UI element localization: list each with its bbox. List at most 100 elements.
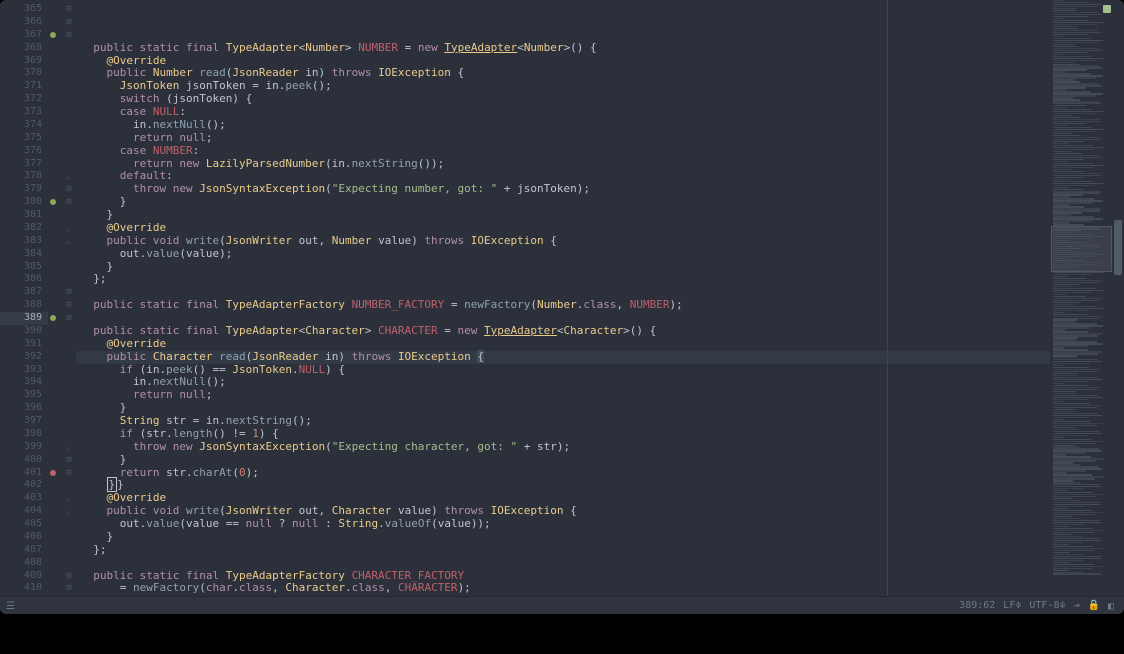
gutter-marker-slot[interactable] bbox=[48, 518, 62, 531]
fold-toggle[interactable]: ⊟ bbox=[62, 570, 76, 583]
fold-toggle[interactable] bbox=[62, 376, 76, 389]
gutter-marker-slot[interactable] bbox=[48, 273, 62, 286]
gutter-marker-slot[interactable] bbox=[48, 158, 62, 171]
line-number[interactable]: 394 bbox=[0, 376, 48, 389]
fold-toggle[interactable] bbox=[62, 93, 76, 106]
gutter-marker-slot[interactable] bbox=[48, 492, 62, 505]
fold-toggle[interactable]: ⌞ bbox=[62, 235, 76, 248]
code-area[interactable]: public static final TypeAdapter<Number> … bbox=[76, 0, 1050, 596]
fold-toggle[interactable] bbox=[62, 273, 76, 286]
gutter-marker-icon[interactable] bbox=[50, 315, 56, 321]
line-number[interactable]: 407 bbox=[0, 544, 48, 557]
fold-toggle[interactable] bbox=[62, 531, 76, 544]
gutter-marker-slot[interactable] bbox=[48, 261, 62, 274]
gutter-marker-slot[interactable] bbox=[48, 222, 62, 235]
line-number[interactable]: 386 bbox=[0, 273, 48, 286]
line-number[interactable]: 393 bbox=[0, 364, 48, 377]
code-line[interactable]: out.value(value == null ? null : String.… bbox=[76, 518, 1050, 531]
gutter-marker-slot[interactable] bbox=[48, 196, 62, 209]
line-number[interactable]: 366 bbox=[0, 16, 48, 29]
fold-toggle[interactable] bbox=[62, 557, 76, 570]
fold-toggle[interactable] bbox=[62, 518, 76, 531]
fold-toggle[interactable]: ⊟ bbox=[62, 582, 76, 595]
code-line[interactable]: }; bbox=[76, 544, 1050, 557]
code-line[interactable]: in.nextNull(); bbox=[76, 376, 1050, 389]
line-number[interactable]: 399 bbox=[0, 441, 48, 454]
gutter-marker-slot[interactable] bbox=[48, 67, 62, 80]
fold-toggle[interactable] bbox=[62, 479, 76, 492]
gutter-marker-slot[interactable] bbox=[48, 286, 62, 299]
caret-position[interactable]: 389:62 bbox=[959, 600, 995, 611]
gutter-marker-slot[interactable] bbox=[48, 544, 62, 557]
gutter-marker-slot[interactable] bbox=[48, 248, 62, 261]
gutter-marker-slot[interactable] bbox=[48, 570, 62, 583]
vertical-scrollbar[interactable] bbox=[1112, 0, 1124, 596]
fold-toggle[interactable] bbox=[62, 145, 76, 158]
fold-toggle[interactable]: ⊟ bbox=[62, 3, 76, 16]
fold-toggle[interactable] bbox=[62, 402, 76, 415]
gutter-marker-slot[interactable] bbox=[48, 119, 62, 132]
line-number[interactable]: 400 bbox=[0, 454, 48, 467]
gutter-marker-slot[interactable] bbox=[48, 42, 62, 55]
line-number[interactable]: 382 bbox=[0, 222, 48, 235]
code-line[interactable]: throw new JsonSyntaxException("Expecting… bbox=[76, 441, 1050, 454]
fold-toggle[interactable] bbox=[62, 209, 76, 222]
fold-toggle[interactable] bbox=[62, 364, 76, 377]
fold-toggle[interactable] bbox=[62, 338, 76, 351]
line-number[interactable]: 371 bbox=[0, 80, 48, 93]
fold-toggle[interactable]: ⊟ bbox=[62, 183, 76, 196]
fold-toggle[interactable]: ⊟ bbox=[62, 16, 76, 29]
fold-toggle[interactable]: ⊟ bbox=[62, 454, 76, 467]
fold-toggle[interactable]: ⌞ bbox=[62, 222, 76, 235]
line-number[interactable]: 365 bbox=[0, 3, 48, 16]
code-line[interactable]: } bbox=[76, 209, 1050, 222]
line-number-gutter[interactable]: 3653663673683693703713723733743753763773… bbox=[0, 0, 48, 596]
line-number[interactable]: 389 bbox=[0, 312, 48, 325]
code-line[interactable]: return new LazilyParsedNumber(in.nextStr… bbox=[76, 158, 1050, 171]
gutter-marker-slot[interactable] bbox=[48, 364, 62, 377]
line-number[interactable]: 401 bbox=[0, 467, 48, 480]
fold-toggle[interactable] bbox=[62, 544, 76, 557]
line-number[interactable]: 397 bbox=[0, 415, 48, 428]
code-line[interactable]: = newFactory(char.class, Character.class… bbox=[76, 582, 1050, 595]
code-line[interactable] bbox=[76, 595, 1050, 596]
statusbar-menu-icon[interactable]: ◧ bbox=[1108, 601, 1118, 611]
fold-toggle[interactable]: ⊟ bbox=[62, 467, 76, 480]
line-number[interactable]: 379 bbox=[0, 183, 48, 196]
line-number[interactable]: 403 bbox=[0, 492, 48, 505]
indent-indicator-icon[interactable]: ⇥ bbox=[1074, 600, 1080, 611]
line-number[interactable]: 409 bbox=[0, 570, 48, 583]
gutter-marker-slot[interactable] bbox=[48, 351, 62, 364]
line-number[interactable]: 390 bbox=[0, 325, 48, 338]
fold-toggle[interactable] bbox=[62, 119, 76, 132]
minimap[interactable] bbox=[1050, 0, 1112, 596]
fold-toggle[interactable] bbox=[62, 325, 76, 338]
line-number[interactable]: 373 bbox=[0, 106, 48, 119]
fold-toggle[interactable]: ⊟ bbox=[62, 286, 76, 299]
line-number[interactable]: 378 bbox=[0, 170, 48, 183]
fold-toggle[interactable]: ⌞ bbox=[62, 492, 76, 505]
line-number[interactable]: 370 bbox=[0, 67, 48, 80]
statusbar-context-icon[interactable]: ☰ bbox=[6, 601, 16, 611]
code-line[interactable]: return null; bbox=[76, 132, 1050, 145]
gutter-marker-slot[interactable] bbox=[48, 454, 62, 467]
code-line[interactable]: in.nextNull(); bbox=[76, 119, 1050, 132]
code-line[interactable]: return str.charAt(0); bbox=[76, 467, 1050, 480]
gutter-marker-slot[interactable] bbox=[48, 16, 62, 29]
line-number[interactable]: 367 bbox=[0, 29, 48, 42]
fold-toggle[interactable] bbox=[62, 106, 76, 119]
gutter-marker-slot[interactable] bbox=[48, 93, 62, 106]
line-number[interactable]: 376 bbox=[0, 145, 48, 158]
fold-toggle[interactable] bbox=[62, 428, 76, 441]
line-number[interactable]: 381 bbox=[0, 209, 48, 222]
line-number[interactable]: 375 bbox=[0, 132, 48, 145]
fold-gutter[interactable]: ⊟⊟⊟⌞⊟⊟⌞⌞⊟⊟⊟⌞⊟⊟⌞⌞⊟⊟ bbox=[62, 0, 76, 596]
line-number[interactable]: 383 bbox=[0, 235, 48, 248]
line-number[interactable]: 384 bbox=[0, 248, 48, 261]
gutter-marker-slot[interactable] bbox=[48, 55, 62, 68]
gutter-marker-slot[interactable] bbox=[48, 441, 62, 454]
gutter-marker-icon[interactable] bbox=[50, 199, 56, 205]
scrollbar-thumb[interactable] bbox=[1114, 220, 1122, 275]
gutter-marker-slot[interactable] bbox=[48, 29, 62, 42]
fold-toggle[interactable] bbox=[62, 80, 76, 93]
